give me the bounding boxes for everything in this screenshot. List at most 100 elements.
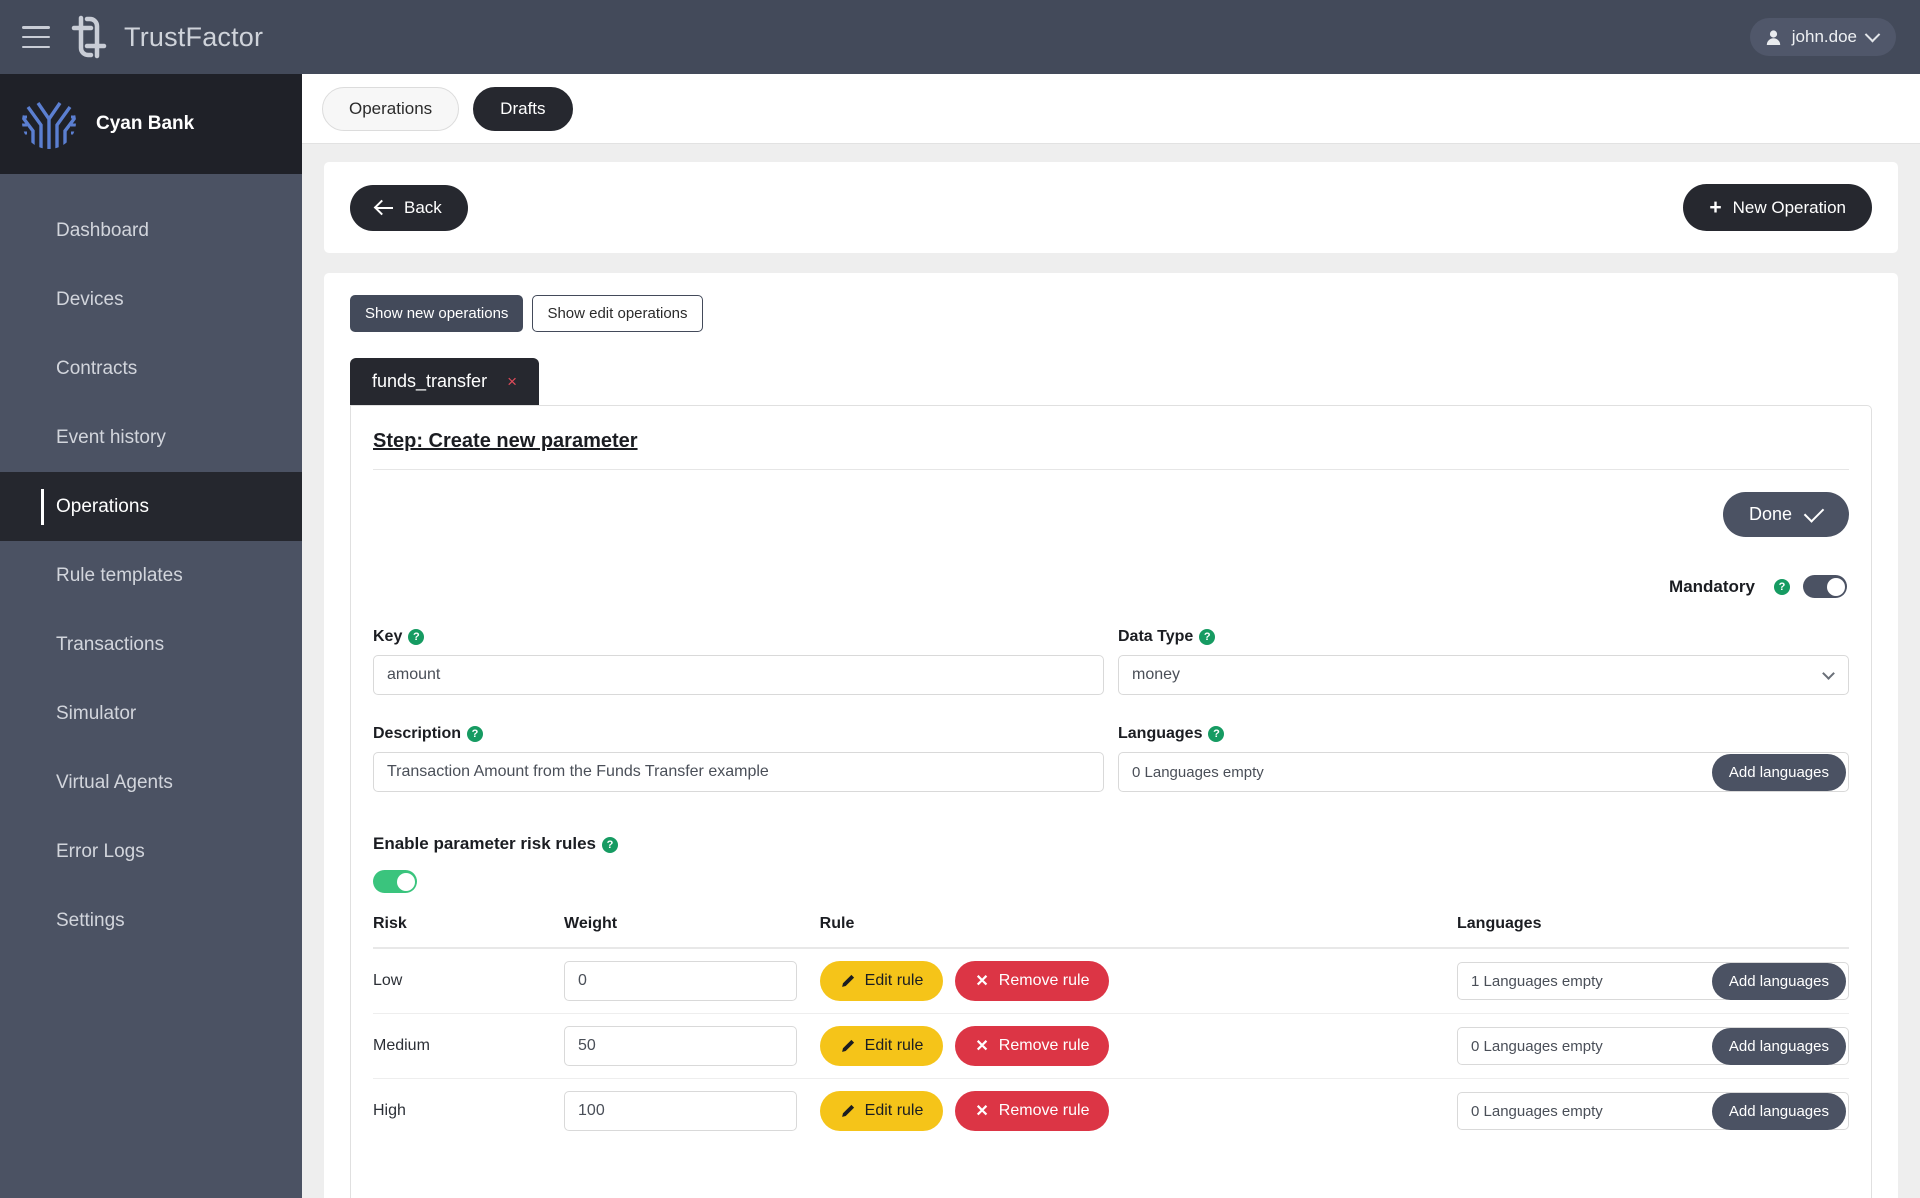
column-header-rule: Rule	[819, 915, 1457, 949]
new-operation-button[interactable]: + New Operation	[1683, 184, 1872, 231]
risk-rules-table: Risk Weight Rule Languages Low Edit rule ✕…	[373, 915, 1849, 1143]
action-toolbar: Back + New Operation	[324, 162, 1898, 253]
sidebar-item-devices[interactable]: Devices	[0, 265, 302, 334]
mandatory-label: Mandatory	[1669, 576, 1755, 596]
sidebar-item-label: Event history	[56, 426, 166, 448]
add-languages-button[interactable]: Add languages	[1711, 753, 1846, 791]
help-icon-risk-rules[interactable]: ?	[602, 836, 619, 853]
languages-status: 0 Languages empty	[1471, 1102, 1603, 1120]
cell-languages: 0 Languages empty Add languages	[1457, 1079, 1849, 1144]
operation-tabstrip: funds_transfer ×	[350, 358, 1872, 405]
operation-filter-segments: Show new operations Show edit operations	[350, 295, 1872, 332]
tab-operations[interactable]: Operations	[322, 86, 460, 131]
show-new-operations-button[interactable]: Show new operations	[350, 295, 524, 332]
weight-input[interactable]	[564, 1091, 798, 1131]
column-header-weight: Weight	[564, 915, 820, 949]
arrow-left-icon	[376, 199, 393, 216]
toggle-knob	[396, 872, 415, 891]
languages-label: Languages?	[1118, 725, 1849, 743]
top-header-bar: TrustFactor john.doe	[0, 0, 1920, 74]
remove-rule-label: Remove rule	[998, 1037, 1090, 1054]
remove-rule-label: Remove rule	[998, 972, 1090, 989]
divider	[373, 469, 1849, 470]
done-button[interactable]: Done	[1722, 492, 1849, 537]
user-menu[interactable]: john.doe	[1749, 18, 1896, 56]
show-edit-operations-button[interactable]: Show edit operations	[532, 295, 703, 332]
mandatory-toggle[interactable]	[1803, 575, 1847, 598]
edit-rule-label: Edit rule	[864, 972, 924, 989]
risk-rules-toggle[interactable]	[373, 870, 417, 893]
back-button[interactable]: Back	[350, 184, 468, 231]
sidebar-nav: Dashboard Devices Contracts Event history Op…	[0, 174, 302, 955]
add-languages-button[interactable]: Add languages	[1711, 1027, 1846, 1065]
add-languages-button[interactable]: Add languages	[1711, 1092, 1846, 1130]
hamburger-menu-icon[interactable]	[22, 26, 50, 48]
risk-rules-toggle-row	[373, 870, 1849, 893]
cell-languages: 0 Languages empty Add languages	[1457, 1013, 1849, 1079]
description-field-group: Description?	[373, 725, 1104, 792]
edit-rule-button[interactable]: Edit rule	[819, 1026, 944, 1066]
datatype-select-wrap	[1118, 655, 1849, 695]
sidebar-item-transactions[interactable]: Transactions	[0, 610, 302, 679]
sidebar-item-label: Devices	[56, 288, 124, 310]
close-icon[interactable]: ×	[507, 372, 517, 392]
operation-tab-label: funds_transfer	[372, 371, 488, 391]
datatype-label: Data Type?	[1118, 628, 1849, 646]
help-icon-languages[interactable]: ?	[1208, 725, 1225, 742]
user-icon	[1766, 29, 1780, 45]
sidebar-item-simulator[interactable]: Simulator	[0, 679, 302, 748]
risk-rules-table-body: Low Edit rule ✕ Remove rule 1 Languages empt…	[373, 948, 1849, 1143]
help-icon-description[interactable]: ?	[467, 725, 484, 742]
step-title: Step: Create new parameter	[373, 430, 638, 452]
remove-rule-button[interactable]: ✕ Remove rule	[955, 961, 1110, 1001]
help-icon-key[interactable]: ?	[408, 628, 425, 645]
field-row-key-datatype: Key? Data Type?	[373, 628, 1849, 695]
cell-risk-level: High	[373, 1102, 406, 1119]
sidebar-item-label: Simulator	[56, 702, 137, 724]
languages-status: 0 Languages empty	[1132, 763, 1264, 781]
weight-input[interactable]	[564, 1026, 798, 1066]
languages-field-group: Languages? 0 Languages empty Add languag…	[1118, 725, 1849, 792]
table-header-row: Risk Weight Rule Languages	[373, 915, 1849, 949]
remove-rule-label: Remove rule	[998, 1102, 1090, 1119]
user-name-label: john.doe	[1791, 27, 1857, 46]
key-input[interactable]	[373, 655, 1104, 695]
languages-box: 0 Languages empty Add languages	[1118, 752, 1849, 792]
plus-icon: +	[1709, 196, 1722, 219]
key-label: Key?	[373, 628, 1104, 646]
sidebar-item-virtual-agents[interactable]: Virtual Agents	[0, 748, 302, 817]
done-button-label: Done	[1748, 504, 1792, 524]
edit-rule-button[interactable]: Edit rule	[819, 961, 944, 1001]
edit-rule-button[interactable]: Edit rule	[819, 1091, 944, 1131]
cell-risk-level: Low	[373, 948, 565, 1014]
description-input[interactable]	[373, 752, 1104, 792]
sidebar-item-error-logs[interactable]: Error Logs	[0, 817, 302, 886]
sidebar-item-contracts[interactable]: Contracts	[0, 334, 302, 403]
key-field-group: Key?	[373, 628, 1104, 695]
drafts-panel: Show new operations Show edit operations…	[324, 273, 1898, 1198]
languages-status: 0 Languages empty	[1471, 1037, 1603, 1055]
datatype-select[interactable]	[1118, 655, 1849, 695]
sidebar-item-event-history[interactable]: Event history	[0, 403, 302, 472]
cyan-bank-logo-icon	[20, 93, 78, 156]
languages-box: 0 Languages empty Add languages	[1457, 1027, 1849, 1065]
sidebar-item-settings[interactable]: Settings	[0, 886, 302, 955]
weight-input[interactable]	[564, 961, 798, 1001]
mandatory-row: Mandatory ?	[373, 575, 1849, 598]
organization-header: Cyan Bank	[0, 74, 302, 174]
sidebar-item-dashboard[interactable]: Dashboard	[0, 196, 302, 265]
sidebar-item-operations[interactable]: Operations	[0, 472, 302, 541]
remove-rule-button[interactable]: ✕ Remove rule	[955, 1091, 1110, 1131]
organization-name: Cyan Bank	[96, 113, 195, 134]
cell-risk-level: Medium	[373, 1013, 565, 1079]
help-icon-datatype[interactable]: ?	[1199, 628, 1216, 645]
languages-status: 1 Languages empty	[1471, 972, 1603, 990]
operation-tab-funds-transfer[interactable]: funds_transfer ×	[350, 358, 540, 405]
tab-drafts[interactable]: Drafts	[473, 86, 573, 131]
sidebar-item-label: Settings	[56, 909, 125, 931]
toggle-knob	[1826, 577, 1845, 596]
help-icon-mandatory[interactable]: ?	[1774, 578, 1790, 595]
remove-rule-button[interactable]: ✕ Remove rule	[955, 1026, 1110, 1066]
sidebar-item-rule-templates[interactable]: Rule templates	[0, 541, 302, 610]
add-languages-button[interactable]: Add languages	[1711, 962, 1846, 1000]
